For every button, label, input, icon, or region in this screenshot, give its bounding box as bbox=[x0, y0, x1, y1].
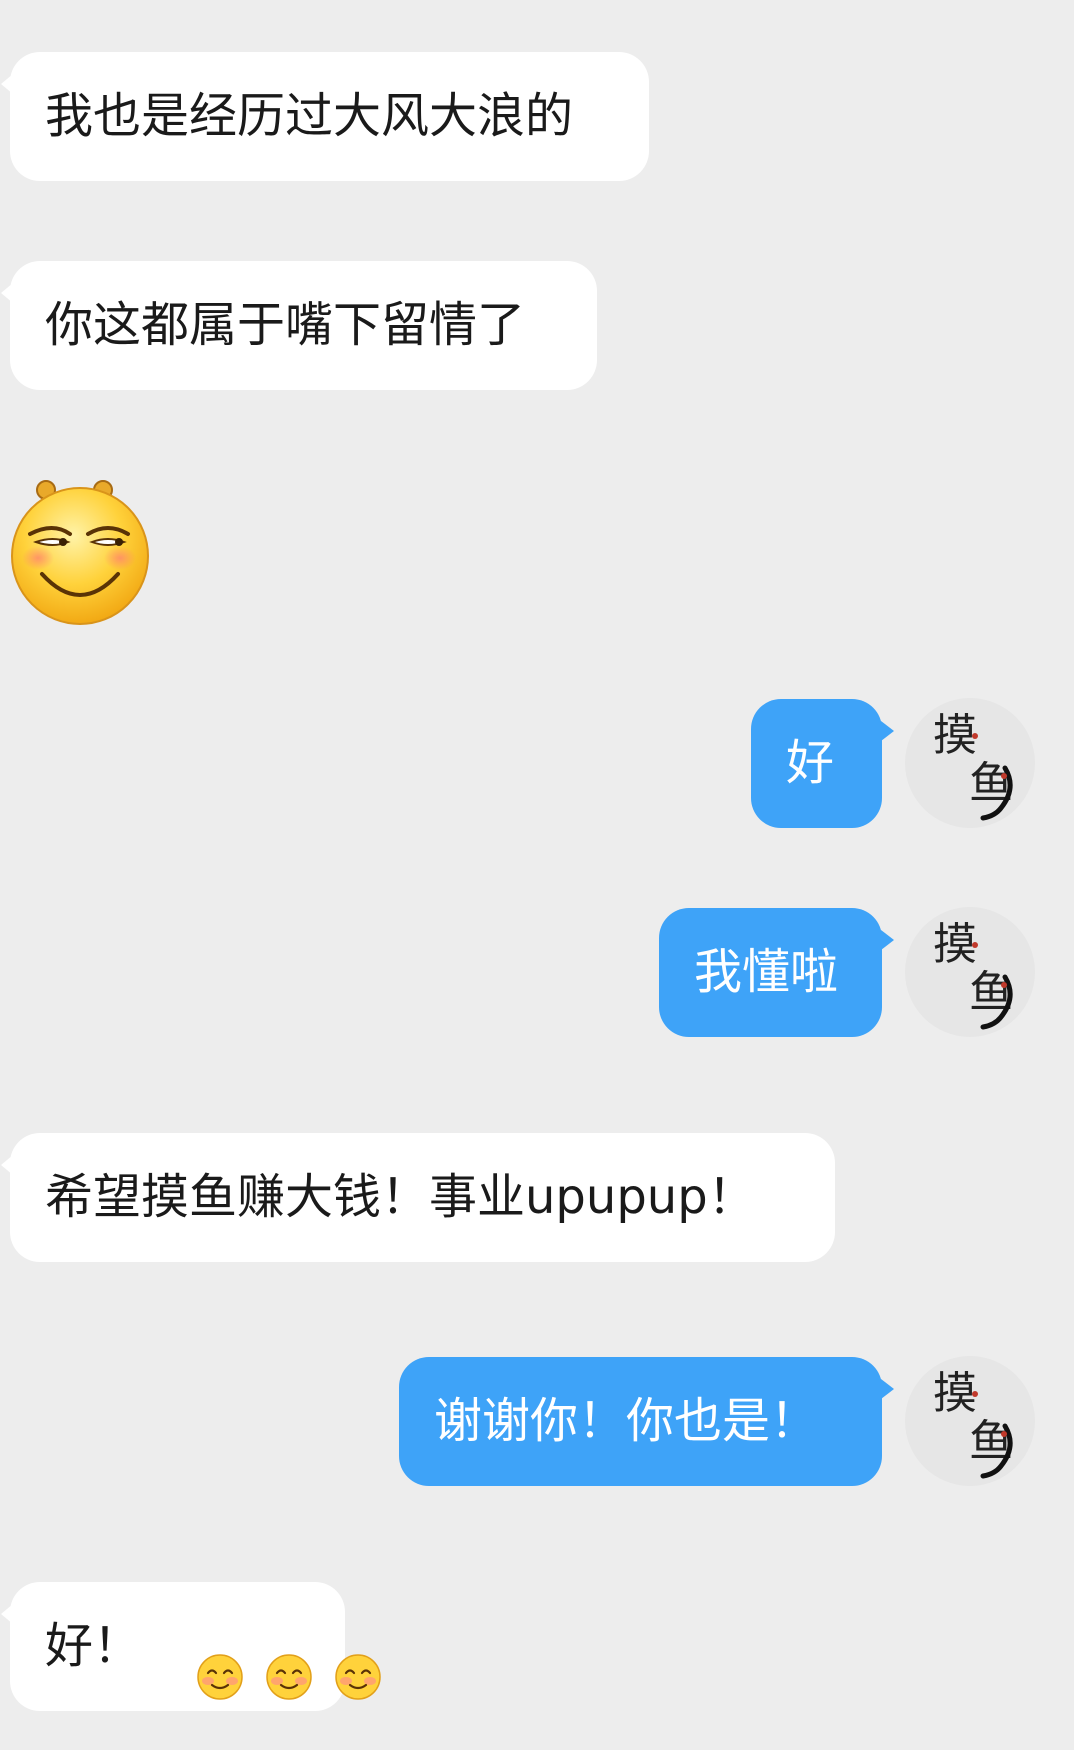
outgoing-message-bubble[interactable]: 我懂啦 bbox=[659, 908, 894, 1037]
user-avatar[interactable]: 摸 鱼 bbox=[905, 907, 1035, 1037]
message-text: 我也是经历过大风大浪的 bbox=[45, 88, 574, 144]
user-avatar[interactable]: 摸 鱼 bbox=[905, 1356, 1035, 1486]
avatar-text-top: 摸 bbox=[933, 919, 977, 970]
incoming-message-bubble[interactable]: 好！ bbox=[1, 1582, 381, 1711]
smiling-face-icon bbox=[196, 1621, 244, 1700]
smiling-face-icon bbox=[334, 1621, 382, 1700]
incoming-message-bubble[interactable]: 希望摸鱼赚大钱！事业upupup！ bbox=[1, 1133, 835, 1262]
outgoing-message-bubble[interactable]: 谢谢你！你也是！ bbox=[399, 1357, 894, 1486]
incoming-message-bubble[interactable]: 你这都属于嘴下留情了 bbox=[1, 261, 597, 390]
message-text: 好！ bbox=[45, 1618, 142, 1674]
message-text: 谢谢你！你也是！ bbox=[434, 1393, 819, 1449]
message-text: 你这都属于嘴下留情了 bbox=[45, 297, 526, 353]
incoming-message-bubble[interactable]: 我也是经历过大风大浪的 bbox=[1, 52, 649, 181]
message-text: 好 bbox=[786, 735, 835, 791]
outgoing-message-bubble[interactable]: 好 bbox=[751, 699, 894, 828]
smirk-face-sticker[interactable] bbox=[8, 478, 153, 628]
avatar-text-top: 摸 bbox=[933, 710, 977, 761]
chat-message-list[interactable]: 我也是经历过大风大浪的 你这都属于嘴下留情了 好 摸 鱼 我懂啦 摸 鱼 希望摸… bbox=[0, 0, 1074, 1741]
message-text: 我懂啦 bbox=[694, 944, 839, 1000]
smiling-face-icon bbox=[265, 1621, 313, 1700]
message-text: 希望摸鱼赚大钱！事业upupup！ bbox=[45, 1169, 756, 1225]
user-avatar[interactable]: 摸 鱼 bbox=[905, 698, 1035, 828]
avatar-text-top: 摸 bbox=[933, 1368, 977, 1419]
